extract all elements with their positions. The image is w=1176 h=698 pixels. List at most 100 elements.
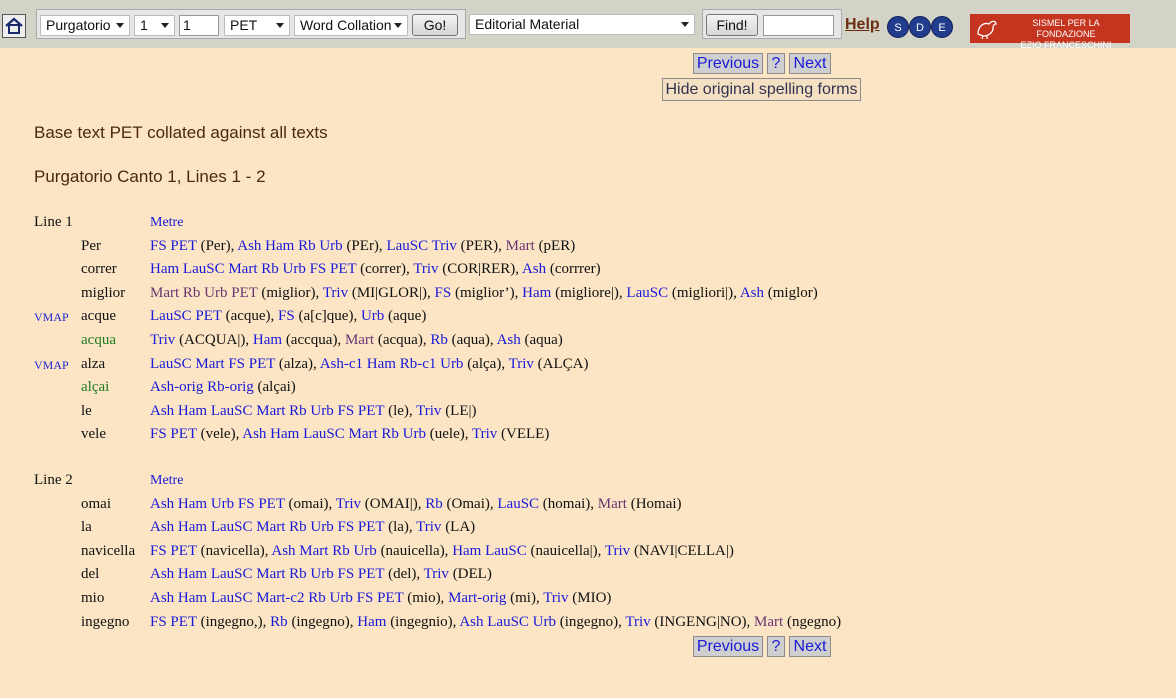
witness-link[interactable]: Ham LauSC [452, 543, 527, 559]
witness-link[interactable]: Triv [336, 496, 361, 512]
readings: FS PET (ingegno,), Rb (ingegno), Ham (in… [150, 614, 841, 631]
readings: Ham LauSC Mart Rb Urb FS PET (correr), T… [150, 261, 601, 278]
witness-link[interactable]: Mart-orig [448, 590, 506, 606]
witness-link[interactable]: Mart [506, 238, 535, 254]
home-icon[interactable] [2, 14, 26, 38]
witness-link[interactable]: Triv [605, 543, 630, 559]
witness-link[interactable]: LauSC PET [150, 308, 222, 324]
witness-link[interactable]: Ash Ham LauSC Mart Rb Urb [242, 426, 426, 442]
witness-link[interactable]: Rb [430, 332, 448, 348]
collation-heading: Base text PET collated against all texts [34, 123, 328, 142]
witness-link[interactable]: Ash Mart Rb Urb [271, 543, 376, 559]
canto-select-value: 1 [140, 17, 148, 33]
find-button[interactable]: Find! [706, 14, 758, 36]
readings: Ash Ham LauSC Mart-c2 Rb Urb FS PET (mio… [150, 590, 611, 607]
witness-link[interactable]: Ash Ham Rb Urb [237, 238, 342, 254]
witness-link[interactable]: Mart [345, 332, 374, 348]
next-button-top[interactable]: Next [789, 53, 831, 74]
reading-text: (alça), [463, 355, 509, 372]
witness-link[interactable]: Ash-c1 Ham Rb-c1 Urb [320, 356, 464, 372]
help-question-button-top[interactable]: ? [767, 53, 785, 74]
line-input[interactable]: 1 [179, 15, 219, 36]
help-link[interactable]: Help [845, 16, 880, 34]
witness-link[interactable]: Triv [625, 614, 650, 630]
witness-link[interactable]: Ash [497, 332, 521, 348]
witness-link[interactable]: Ash Ham LauSC Mart Rb Urb FS PET [150, 403, 384, 419]
witness-link[interactable]: Ash [740, 285, 764, 301]
witness-link[interactable]: FS [435, 285, 452, 301]
find-input[interactable] [763, 15, 834, 36]
witness-link[interactable]: FS [278, 308, 295, 324]
witness-link[interactable]: Triv [413, 261, 438, 277]
previous-button-top[interactable]: Previous [693, 53, 763, 74]
witness-link[interactable]: Rb [425, 496, 443, 512]
witness-link[interactable]: Triv [424, 566, 449, 582]
witness-link[interactable]: LauSC [626, 285, 668, 301]
sde-s-icon[interactable]: S [887, 16, 909, 38]
previous-button-bottom[interactable]: Previous [693, 636, 763, 657]
sismel-logo[interactable]: SISMEL PER LA FONDAZIONE EZIO FRANCESCHI… [970, 14, 1130, 50]
witness-link[interactable]: Mart [754, 614, 783, 630]
witness-link[interactable]: Ash Ham LauSC Mart Rb Urb FS PET [150, 519, 384, 535]
witness-link[interactable]: Ash Ham LauSC Mart-c2 Rb Urb FS PET [150, 590, 403, 606]
witness-link[interactable]: Triv [509, 356, 534, 372]
view-select[interactable]: Word Collation [294, 15, 408, 36]
witness-link[interactable]: FS PET [150, 238, 197, 254]
reading-text: (migliore|), [551, 284, 627, 301]
witness-link[interactable]: FS PET [150, 426, 197, 442]
base-text-select[interactable]: PET [224, 15, 290, 36]
canto-select[interactable]: 1 [134, 15, 175, 36]
vmap-link[interactable]: VMAP [34, 358, 69, 373]
witness-link[interactable]: Ash Ham Urb FS PET [150, 496, 285, 512]
help-question-button-bottom[interactable]: ? [767, 636, 785, 657]
collation-row: VMAP alza LauSC Mart FS PET (alza), Ash-c1… [0, 356, 1176, 378]
witness-link[interactable]: LauSC Triv [386, 238, 456, 254]
witness-link[interactable]: Mart [598, 496, 627, 512]
variant-word: acqua [81, 332, 116, 348]
witness-link[interactable]: LauSC [497, 496, 539, 512]
metre-link[interactable]: Metre [150, 215, 183, 231]
collation-row: Per FS PET (Per), Ash Ham Rb Urb (PEr), L… [0, 238, 1176, 260]
go-button[interactable]: Go! [412, 14, 458, 36]
readings: FS PET (vele), Ash Ham LauSC Mart Rb Urb… [150, 426, 549, 443]
sde-d-icon[interactable]: D [909, 16, 931, 38]
metre-link[interactable]: Metre [150, 473, 183, 489]
sde-e-icon[interactable]: E [931, 16, 953, 38]
collation-row: navicella FS PET (navicella), Ash Mart Rb… [0, 543, 1176, 565]
collation-row: miglior Mart Rb Urb PET (miglior), Triv (… [0, 285, 1176, 307]
witness-link[interactable]: Triv [416, 519, 441, 535]
witness-link[interactable]: Triv [472, 426, 497, 442]
witness-link[interactable]: Ash-orig Rb-orig [150, 379, 254, 395]
cantica-select[interactable]: Purgatorio [40, 15, 130, 36]
witness-link[interactable]: FS PET [150, 543, 197, 559]
witness-link[interactable]: Triv [323, 285, 348, 301]
witness-link[interactable]: FS PET [150, 614, 197, 630]
witness-link[interactable]: Ham [253, 332, 282, 348]
witness-link[interactable]: Ham [522, 285, 551, 301]
editorial-material-value: Editorial Material [475, 16, 580, 32]
hide-spelling-button[interactable]: Hide original spelling forms [662, 78, 861, 101]
witness-link[interactable]: Ash [522, 261, 546, 277]
witness-link[interactable]: Urb [361, 308, 384, 324]
reading-text: (ingegnio), [386, 613, 460, 630]
witness-link[interactable]: Rb [270, 614, 288, 630]
witness-link[interactable]: Ash Ham LauSC Mart Rb Urb FS PET [150, 566, 384, 582]
witness-link[interactable]: LauSC Mart FS PET [150, 356, 275, 372]
witness-link[interactable]: Ham LauSC Mart Rb Urb FS PET [150, 261, 356, 277]
witness-link[interactable]: Ham [357, 614, 386, 630]
readings: FS PET (navicella), Ash Mart Rb Urb (nau… [150, 543, 734, 560]
witness-link[interactable]: Ash LauSC Urb [459, 614, 556, 630]
witness-link[interactable]: Mart Rb Urb PET [150, 285, 258, 301]
reading-text: (a[c]que), [294, 308, 361, 325]
witness-link[interactable]: Triv [543, 590, 568, 606]
witness-link[interactable]: Triv [416, 403, 441, 419]
vmap-link[interactable]: VMAP [34, 310, 69, 325]
rooster-icon [977, 20, 997, 40]
next-button-bottom[interactable]: Next [789, 636, 831, 657]
reading-text: (correr), [356, 261, 414, 278]
editorial-material-select[interactable]: Editorial Material [469, 14, 695, 35]
base-word: alza [81, 355, 106, 372]
witness-link[interactable]: Triv [150, 332, 175, 348]
collation-row: vele FS PET (vele), Ash Ham LauSC Mart Rb… [0, 426, 1176, 448]
readings: Triv (ACQUA|), Ham (accqua), Mart (acqua… [150, 332, 563, 349]
